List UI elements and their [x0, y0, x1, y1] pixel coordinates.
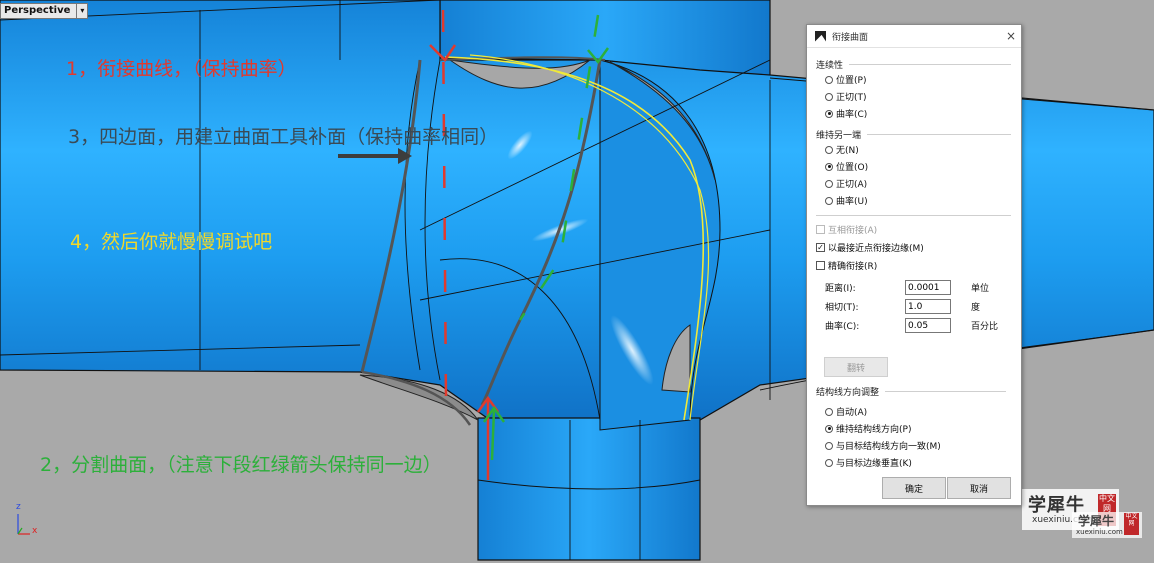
annotation-step-3: 3，四边面，用建立曲面工具补面（保持曲率相同）	[68, 126, 499, 148]
axis-gizmo: z x	[12, 502, 52, 539]
watermark-brand-small: 学犀牛	[1078, 514, 1115, 528]
isocurve-perpendicular-label: 与目标边缘垂直(K)	[836, 459, 912, 469]
isocurve-label: 结构线方向调整	[816, 388, 880, 398]
ok-button[interactable]: 确定	[882, 477, 946, 499]
isocurve-maintain-radio[interactable]: 维持结构线方向(P)	[825, 420, 941, 437]
watermark-url-small: xuexiniu.com	[1076, 528, 1123, 536]
maintain-curvature-radio[interactable]: 曲率(U)	[825, 192, 1021, 209]
rhino-app-icon	[815, 30, 826, 42]
precise-match-label: 精确衔接(R)	[828, 261, 878, 272]
match-surface-dialog: 衔接曲面 × 连续性 位置(P) 正切(T) 曲率(C) 维持另一端 无(N) …	[806, 24, 1022, 506]
maintain-other-end-section: 维持另一端	[816, 128, 1021, 141]
curvature-row: 曲率(C): 百分比	[825, 316, 1021, 335]
annotation-step-2: 2，分割曲面，（注意下段红绿箭头保持同一边）	[40, 454, 442, 476]
viewport-title[interactable]: Perspective ▾	[0, 3, 89, 19]
continuity-position-label: 位置(P)	[836, 76, 867, 86]
maintain-tangent-label: 正切(A)	[836, 180, 868, 190]
closest-point-label: 以最接近点衔接边缘(M)	[828, 243, 924, 254]
curvature-label: 曲率(C):	[825, 322, 860, 332]
distance-row: 距离(I): 单位	[825, 278, 1021, 297]
precise-match-checkbox[interactable]: 精确衔接(R)	[816, 256, 1021, 274]
checkmark-icon: ✓	[816, 242, 825, 252]
curvature-unit: 百分比	[971, 322, 999, 332]
axis-z-label: z	[16, 502, 21, 512]
isocurve-match-target-label: 与目标结构线方向一致(M)	[836, 442, 941, 452]
maintain-curvature-label: 曲率(U)	[836, 197, 868, 207]
mutual-match-label: 互相衔接(A)	[828, 225, 878, 236]
isocurve-perpendicular-radio[interactable]: 与目标边缘垂直(K)	[825, 454, 941, 471]
annotation-step-4: 4，然后你就慢慢调试吧	[70, 231, 273, 253]
continuity-position-radio[interactable]: 位置(P)	[825, 71, 1021, 88]
section-divider	[816, 215, 1011, 216]
mutual-match-checkbox[interactable]: 互相衔接(A)	[816, 220, 1021, 238]
close-icon[interactable]: ×	[1001, 29, 1021, 43]
isocurve-auto-label: 自动(A)	[836, 408, 868, 418]
isocurve-match-target-radio[interactable]: 与目标结构线方向一致(M)	[825, 437, 941, 454]
maintain-position-label: 位置(O)	[836, 163, 869, 173]
dialog-title: 衔接曲面	[832, 32, 869, 43]
viewport-name: Perspective	[4, 5, 71, 16]
maintain-none-label: 无(N)	[836, 146, 859, 156]
distance-label: 距离(I):	[825, 284, 856, 294]
watermark-logo-small: 学犀牛 xuexiniu.com 中文网	[1072, 512, 1142, 538]
annotation-step-1: 1，衔接曲线，（保持曲率）	[66, 58, 297, 80]
curvature-input[interactable]	[905, 318, 951, 333]
tangent-row: 相切(T): 度	[825, 297, 1021, 316]
maintain-none-radio[interactable]: 无(N)	[825, 141, 1021, 158]
maintain-other-end-label: 维持另一端	[816, 131, 862, 141]
flip-button[interactable]: 翻转	[824, 357, 888, 377]
maintain-tangent-radio[interactable]: 正切(A)	[825, 175, 1021, 192]
continuity-tangent-radio[interactable]: 正切(T)	[825, 88, 1021, 105]
cancel-button[interactable]: 取消	[947, 477, 1011, 499]
isocurve-maintain-label: 维持结构线方向(P)	[836, 425, 912, 435]
isocurve-section: 结构线方向调整	[816, 385, 1016, 398]
continuity-label: 连续性	[816, 61, 844, 71]
maintain-position-radio[interactable]: 位置(O)	[825, 158, 1021, 175]
continuity-section: 连续性	[816, 58, 1021, 71]
tangent-unit: 度	[971, 303, 981, 313]
closest-point-checkbox[interactable]: ✓ 以最接近点衔接边缘(M)	[816, 238, 1021, 256]
continuity-tangent-label: 正切(T)	[836, 93, 867, 103]
dialog-titlebar[interactable]: 衔接曲面 ×	[807, 25, 1021, 48]
continuity-curvature-radio[interactable]: 曲率(C)	[825, 105, 1021, 122]
watermark-seal-small: 中文网	[1124, 513, 1139, 535]
distance-input[interactable]	[905, 280, 951, 295]
continuity-curvature-label: 曲率(C)	[836, 110, 868, 120]
tangent-input[interactable]	[905, 299, 951, 314]
isocurve-auto-radio[interactable]: 自动(A)	[825, 403, 941, 420]
axis-x-label: x	[32, 526, 38, 536]
distance-unit: 单位	[971, 284, 990, 294]
viewport-menu-icon[interactable]: ▾	[76, 4, 84, 18]
tangent-label: 相切(T):	[825, 303, 859, 313]
